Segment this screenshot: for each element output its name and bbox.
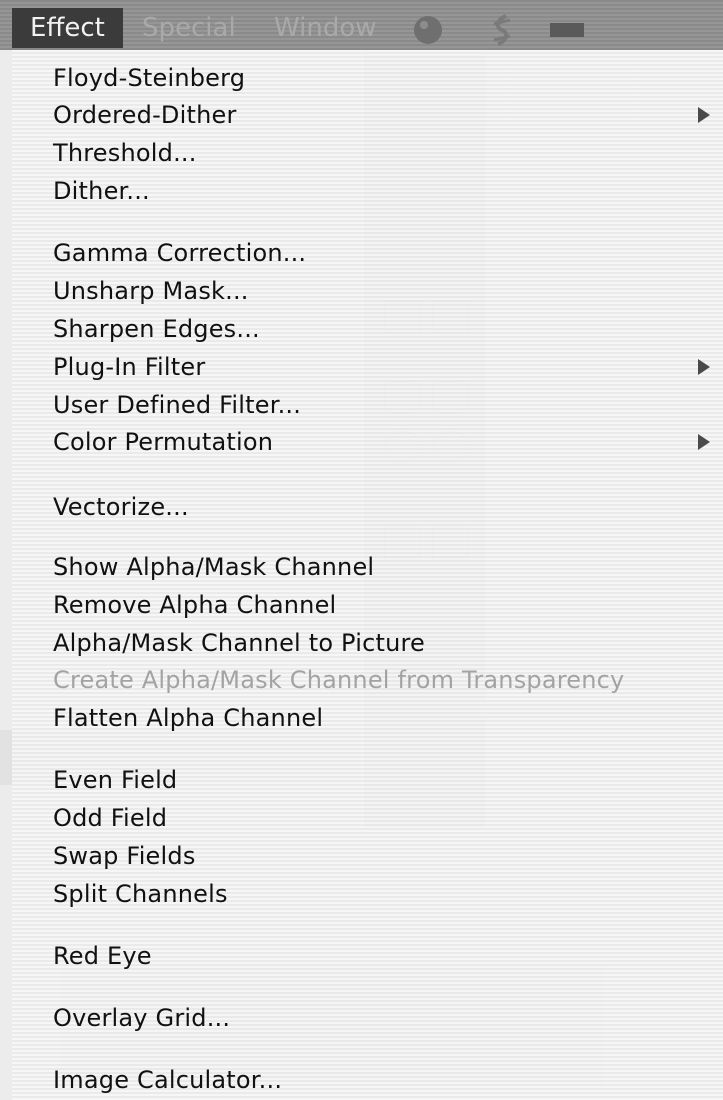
menu-item-vectorize[interactable]: Vectorize... bbox=[53, 489, 189, 525]
menubar-special[interactable]: Special bbox=[124, 8, 254, 48]
submenu-arrow-icon bbox=[698, 359, 710, 375]
menu-item-user-defined-filter[interactable]: User Defined Filter... bbox=[53, 387, 301, 423]
menu-item-image-calculator[interactable]: Image Calculator... bbox=[53, 1062, 282, 1098]
menu-item-alpha-mask-channel-to-picture[interactable]: Alpha/Mask Channel to Picture bbox=[53, 625, 425, 661]
submenu-arrow-icon bbox=[698, 434, 710, 450]
globe-icon[interactable] bbox=[412, 14, 444, 53]
menu-item-floyd-steinberg[interactable]: Floyd-Steinberg bbox=[53, 60, 245, 96]
menu-item-dither[interactable]: Dither... bbox=[53, 173, 150, 209]
menu-item-plug-in-filter[interactable]: Plug-In Filter bbox=[53, 349, 205, 385]
script-icon[interactable] bbox=[486, 14, 518, 53]
menu-item-overlay-grid[interactable]: Overlay Grid... bbox=[53, 1000, 230, 1036]
menu-item-show-alpha-mask-channel[interactable]: Show Alpha/Mask Channel bbox=[53, 549, 374, 585]
menu-item-threshold[interactable]: Threshold... bbox=[53, 135, 197, 171]
menu-item-create-alpha-mask-from-transparency: Create Alpha/Mask Channel from Transpare… bbox=[53, 666, 625, 694]
effect-menu: Floyd-Steinberg Ordered-Dither Threshold… bbox=[12, 50, 723, 1100]
menu-item-ordered-dither[interactable]: Ordered-Dither bbox=[53, 97, 237, 133]
menu-item-unsharp-mask[interactable]: Unsharp Mask... bbox=[53, 273, 249, 309]
menu-item-gamma-correction[interactable]: Gamma Correction... bbox=[53, 235, 306, 271]
menu-item-red-eye[interactable]: Red Eye bbox=[53, 938, 152, 974]
submenu-arrow-icon bbox=[698, 107, 710, 123]
menu-bar: Effect Special Window bbox=[0, 0, 723, 50]
menu-item-even-field[interactable]: Even Field bbox=[53, 762, 177, 798]
menu-item-odd-field[interactable]: Odd Field bbox=[53, 800, 167, 836]
menubar-effect[interactable]: Effect bbox=[12, 8, 123, 48]
menu-item-color-permutation[interactable]: Color Permutation bbox=[53, 424, 273, 460]
menu-item-flatten-alpha-channel[interactable]: Flatten Alpha Channel bbox=[53, 700, 323, 736]
menu-item-remove-alpha-channel[interactable]: Remove Alpha Channel bbox=[53, 587, 336, 623]
menu-item-swap-fields[interactable]: Swap Fields bbox=[53, 838, 196, 874]
battery-icon[interactable] bbox=[550, 18, 584, 48]
menu-item-split-channels[interactable]: Split Channels bbox=[53, 876, 228, 912]
menubar-window[interactable]: Window bbox=[256, 8, 395, 48]
menu-item-sharpen-edges[interactable]: Sharpen Edges... bbox=[53, 311, 260, 347]
